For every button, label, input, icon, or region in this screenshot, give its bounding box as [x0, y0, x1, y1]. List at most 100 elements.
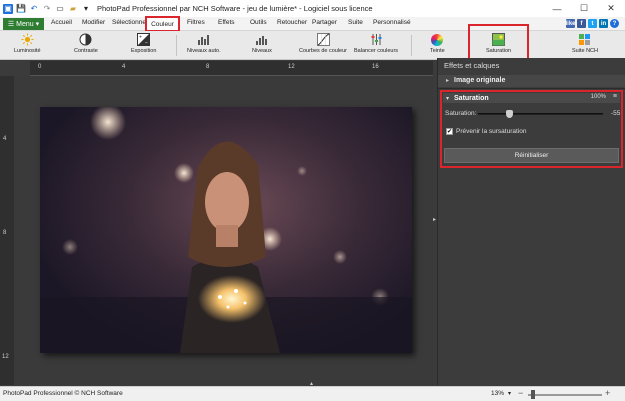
ruler-label: 16 [372, 64, 379, 70]
help-icon[interactable]: ? [610, 19, 619, 28]
balancer-couleurs-button[interactable]: Balancer couleurs [354, 33, 398, 58]
main-menu-label: Menu [16, 20, 34, 28]
toolbar-divider [176, 35, 177, 56]
layer-menu-icon[interactable]: ≡ [613, 93, 617, 100]
tab-accueil[interactable]: Accueil [51, 19, 72, 26]
facebook-icon[interactable]: f [577, 19, 586, 28]
zoom-slider-handle[interactable] [531, 390, 535, 399]
ruler-label: 12 [288, 64, 295, 70]
panel-splitter-arrow-icon[interactable]: ▸ [433, 216, 436, 223]
close-button[interactable]: ✕ [598, 0, 624, 17]
svg-text:−: − [145, 41, 148, 47]
undo-icon[interactable]: ↶ [29, 4, 39, 14]
exposure-icon: + − [137, 33, 151, 47]
suite-nch-button[interactable]: Suite NCH [572, 33, 598, 58]
zoom-out-button[interactable]: − [518, 388, 523, 398]
zoom-dropdown-icon[interactable]: ▾ [508, 390, 511, 397]
tab-retoucher[interactable]: Retoucher [277, 19, 307, 26]
exposition-label: Exposition [131, 48, 157, 54]
niveaux-auto-button[interactable]: Niveaux auto. [187, 33, 221, 58]
reset-button[interactable]: Réinitialiser [444, 148, 619, 163]
exposition-button[interactable]: + − Exposition [131, 33, 156, 58]
tab-outils[interactable]: Outils [250, 19, 267, 26]
ruler-label: 8 [3, 230, 7, 236]
status-bar: PhotoPad Professionnel © NCH Software 13… [0, 386, 625, 401]
toolbar: Luminosité Contraste + − Exposition Nivea… [0, 31, 625, 60]
chevron-right-icon: ▸ [446, 78, 450, 84]
zoom-slider-track[interactable] [528, 394, 602, 396]
niveaux-auto-label: Niveaux auto. [187, 48, 221, 54]
horizontal-ruler: 0 4 8 12 16 [30, 61, 433, 76]
saturation-highlight-frame [468, 24, 529, 62]
niveaux-label: Niveaux [252, 48, 272, 54]
courbes-de-couleur-label: Courbes de couleur [299, 48, 348, 54]
redo-icon[interactable]: ↷ [42, 4, 52, 14]
saturation-value[interactable]: -55 [611, 110, 620, 117]
tab-suite[interactable]: Suite [348, 19, 363, 26]
ruler-label: 4 [122, 64, 126, 70]
ruler-label: 12 [2, 354, 9, 360]
open-file-icon[interactable]: ▰ [68, 4, 78, 14]
contraste-label: Contraste [74, 48, 98, 54]
saturation-layer-title: Saturation [454, 94, 489, 102]
main-menu-button[interactable]: ☰ Menu ▾ [3, 18, 44, 30]
photo-illustration [40, 107, 412, 353]
nch-suite-icon [578, 33, 591, 46]
new-file-icon[interactable]: ▭ [55, 4, 65, 14]
twitter-icon[interactable]: t [588, 19, 597, 28]
color-curves-icon [316, 33, 330, 46]
tab-filtres[interactable]: Filtres [187, 19, 205, 26]
panel-title: Effets et calques [444, 61, 500, 70]
tab-effets[interactable]: Effets [218, 19, 235, 26]
prevent-oversaturation-label: Prévenir la sursaturation [456, 128, 527, 135]
saturation-slider-label: Saturation: [445, 110, 477, 117]
original-image-row[interactable]: ▸ Image originale [438, 75, 625, 87]
app-icon: ▣ [3, 3, 13, 14]
hamburger-icon: ☰ [7, 21, 15, 28]
tab-personnalise[interactable]: Personnalisé [373, 19, 411, 26]
like-icon[interactable]: like [566, 19, 576, 28]
teinte-button[interactable]: Teinte [430, 33, 445, 58]
original-image-label: Image originale [454, 77, 506, 84]
quick-access-dropdown-icon[interactable]: ▾ [81, 4, 91, 14]
opacity-value[interactable]: 100% [591, 94, 606, 100]
ruler-label: 4 [3, 136, 7, 142]
teinte-label: Teinte [430, 48, 445, 54]
menu-bar: ☰ Menu ▾ Accueil Modifier Sélectionner F… [0, 17, 625, 31]
color-balance-icon [370, 33, 383, 46]
tab-partager[interactable]: Partager [312, 19, 337, 26]
balancer-couleurs-label: Balancer couleurs [354, 48, 399, 54]
saturation-slider-track[interactable] [478, 113, 603, 115]
niveaux-button[interactable]: Niveaux [252, 33, 272, 58]
auto-levels-icon [197, 33, 210, 46]
courbes-de-couleur-button[interactable]: Courbes de couleur [299, 33, 347, 58]
ruler-label: 0 [38, 64, 42, 70]
linkedin-icon[interactable]: in [599, 19, 608, 28]
sun-icon [21, 33, 34, 46]
chevron-down-icon[interactable]: ▾ [446, 95, 449, 102]
levels-icon [255, 33, 268, 46]
tab-couleur[interactable]: Couleur [145, 16, 180, 32]
contraste-button[interactable]: Contraste [74, 33, 98, 58]
luminosite-label: Luminosité [14, 48, 41, 54]
contrast-icon [79, 33, 92, 46]
prevent-oversaturation-checkbox[interactable]: ✔ [446, 128, 453, 135]
hue-wheel-icon [431, 33, 444, 46]
minimize-button[interactable]: — [544, 0, 570, 17]
photo[interactable] [40, 107, 412, 353]
svg-text:+: + [139, 35, 142, 41]
tab-selectionner[interactable]: Sélectionner [112, 19, 148, 26]
suite-nch-label: Suite NCH [572, 48, 598, 54]
save-icon[interactable]: 💾 [16, 4, 26, 14]
ruler-label: 8 [206, 64, 210, 70]
window-title: PhotoPad Professionnel par NCH Software … [97, 4, 373, 13]
maximize-button[interactable]: ☐ [571, 0, 597, 17]
saturation-slider-handle[interactable] [506, 110, 513, 118]
toolbar-divider [411, 35, 412, 56]
luminosite-button[interactable]: Luminosité [14, 33, 41, 58]
tab-modifier[interactable]: Modifier [82, 19, 105, 26]
status-text: PhotoPad Professionnel © NCH Software [3, 390, 123, 397]
zoom-level: 13% [491, 390, 505, 397]
saturation-layer-header[interactable]: ▾ Saturation 100% ≡ [443, 93, 620, 103]
zoom-in-button[interactable]: + [605, 388, 610, 398]
